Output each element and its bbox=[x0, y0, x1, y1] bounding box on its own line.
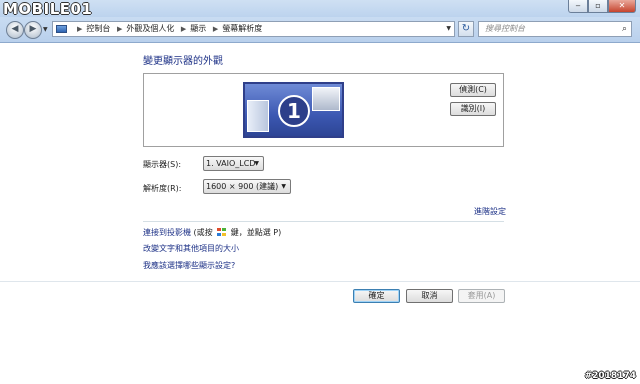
breadcrumb-item-control-panel[interactable]: 控制台 bbox=[86, 24, 110, 33]
connect-projector-link[interactable]: 連接到投影機 bbox=[143, 228, 191, 237]
apply-button[interactable]: 套用(A) bbox=[458, 289, 505, 303]
display-label: 顯示器(S): bbox=[143, 160, 182, 169]
breadcrumb-separator-icon: ▶ bbox=[77, 25, 83, 33]
watermark: #2018174 bbox=[584, 371, 636, 381]
monitor-number-badge: 1 bbox=[278, 95, 310, 127]
resolution-select[interactable]: 1600 × 900 (建議) ▼ bbox=[203, 179, 291, 194]
advanced-settings-link[interactable]: 進階設定 bbox=[474, 206, 506, 217]
navigation-bar: ◀ ▶ ▼ ▶ 控制台 ▶ 外觀及個人化 ▶ 顯示 ▶ 螢幕解析度 ▼ ↻ 搜尋控制台 … bbox=[0, 17, 640, 43]
text-size-link[interactable]: 改變文字和其他項目的大小 bbox=[143, 243, 239, 254]
which-settings-link[interactable]: 我應該選擇哪些顯示設定? bbox=[143, 260, 235, 271]
cancel-button[interactable]: 取消 bbox=[406, 289, 453, 303]
breadcrumb-separator-icon: ▶ bbox=[116, 25, 123, 33]
detect-button[interactable]: 偵測(C) bbox=[450, 83, 496, 97]
desktop-window-thumbnail bbox=[312, 87, 340, 111]
window-controls: ‒ ▫ ✕ bbox=[568, 0, 636, 13]
control-panel-icon bbox=[56, 25, 67, 33]
chevron-down-icon: ▼ bbox=[254, 160, 259, 167]
close-button[interactable]: ✕ bbox=[608, 0, 636, 13]
address-bar[interactable]: ▶ 控制台 ▶ 外觀及個人化 ▶ 顯示 ▶ 螢幕解析度 ▼ bbox=[52, 21, 455, 37]
resolution-select-value: 1600 × 900 (建議) bbox=[206, 182, 279, 191]
identify-button[interactable]: 識別(I) bbox=[450, 102, 496, 116]
resolution-label: 解析度(R): bbox=[143, 184, 182, 193]
breadcrumb-item-display[interactable]: 顯示 bbox=[190, 24, 206, 33]
maximize-button[interactable]: ▫ bbox=[588, 0, 608, 13]
search-input[interactable]: 搜尋控制台 ⌕ bbox=[478, 21, 632, 37]
divider bbox=[143, 221, 504, 222]
refresh-button[interactable]: ↻ bbox=[458, 21, 474, 37]
address-dropdown-icon[interactable]: ▼ bbox=[446, 25, 451, 32]
chevron-down-icon: ▼ bbox=[281, 183, 286, 190]
site-logo: MOBILE01 bbox=[3, 0, 93, 18]
minimize-button[interactable]: ‒ bbox=[568, 0, 588, 13]
display-select[interactable]: 1. VAIO_LCD ▼ bbox=[203, 156, 264, 171]
breadcrumb-item-resolution[interactable]: 螢幕解析度 bbox=[222, 24, 262, 33]
recent-pages-dropdown[interactable]: ▼ bbox=[43, 26, 48, 33]
back-button[interactable]: ◀ bbox=[6, 21, 24, 39]
breadcrumb-item-appearance[interactable]: 外觀及個人化 bbox=[126, 24, 174, 33]
search-icon[interactable]: ⌕ bbox=[622, 22, 627, 36]
breadcrumb-separator-icon: ▶ bbox=[180, 25, 187, 33]
display-preview-panel: 1 偵測(C) 識別(I) bbox=[143, 73, 504, 147]
search-placeholder: 搜尋控制台 bbox=[485, 24, 525, 33]
title-bar: MOBILE01 ‒ ▫ ✕ bbox=[0, 0, 640, 17]
monitor-1-thumbnail[interactable]: 1 bbox=[243, 82, 344, 138]
desktop-window-thumbnail bbox=[247, 100, 269, 132]
page-title: 變更顯示器的外觀 bbox=[143, 56, 223, 67]
projector-hint-end: 鍵，並點選 P) bbox=[228, 228, 282, 237]
windows-logo-icon bbox=[217, 228, 227, 236]
projector-link-row: 連接到投影機 (或按 鍵，並點選 P) bbox=[143, 227, 281, 238]
breadcrumb: ▶ 控制台 ▶ 外觀及個人化 ▶ 顯示 ▶ 螢幕解析度 bbox=[73, 22, 262, 36]
forward-button[interactable]: ▶ bbox=[24, 21, 42, 39]
ok-button[interactable]: 確定 bbox=[353, 289, 400, 303]
projector-hint: (或按 bbox=[191, 228, 216, 237]
display-select-value: 1. VAIO_LCD bbox=[206, 159, 256, 168]
breadcrumb-separator-icon: ▶ bbox=[212, 25, 219, 33]
divider bbox=[0, 281, 640, 282]
